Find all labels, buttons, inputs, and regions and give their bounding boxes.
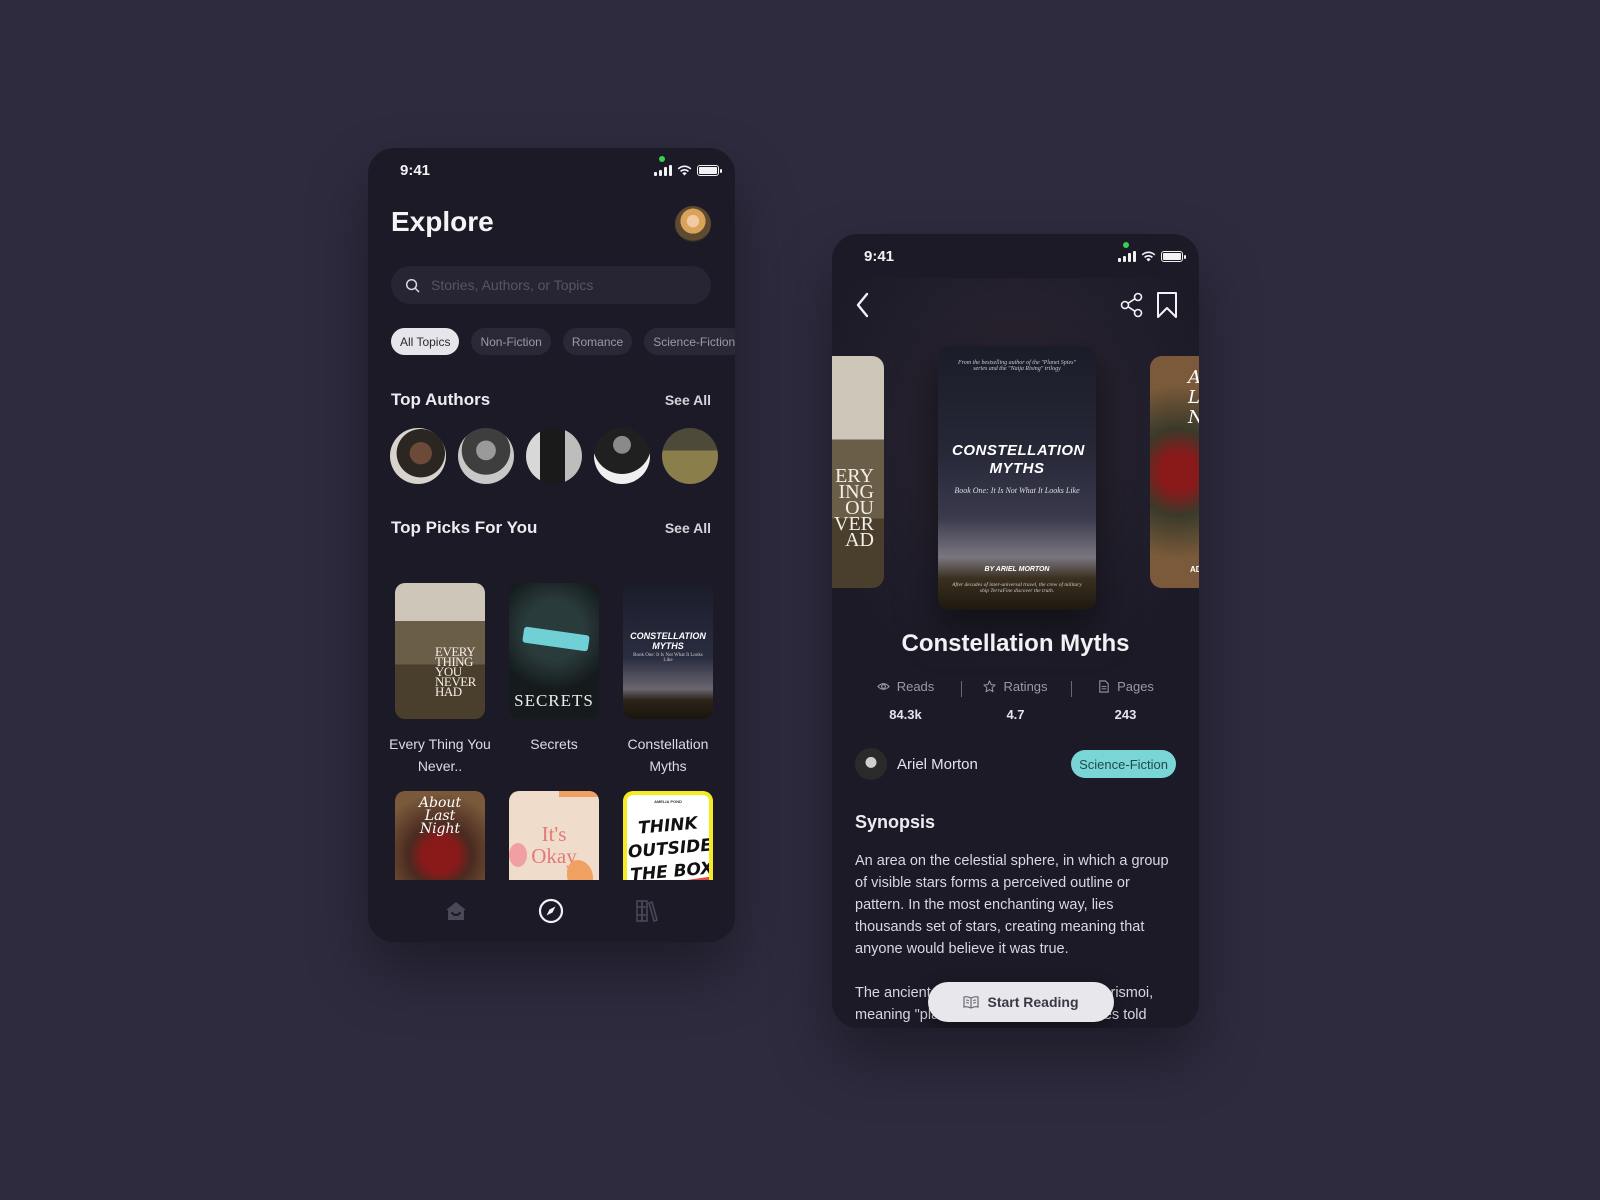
star-icon bbox=[983, 680, 997, 693]
see-all-authors-link[interactable]: See All bbox=[665, 392, 711, 408]
book-card[interactable]: SECRETS Secrets bbox=[509, 583, 599, 777]
status-time: 9:41 bbox=[864, 248, 895, 265]
back-button[interactable] bbox=[852, 290, 876, 320]
search-icon bbox=[405, 278, 420, 292]
home-icon bbox=[445, 902, 466, 920]
top-picks-header: Top Picks For You See All bbox=[391, 518, 711, 538]
signal-icon bbox=[654, 165, 672, 176]
book-stats: Reads 84.3k Ratings 4.7 Pages 243 bbox=[832, 679, 1199, 722]
topic-chip-all-topics[interactable]: All Topics bbox=[391, 328, 460, 355]
privacy-indicator-dot bbox=[1123, 242, 1129, 248]
book-card[interactable]: EVERY THING YOU NEVER HAD Every Thing Yo… bbox=[389, 583, 491, 777]
search-bar[interactable] bbox=[391, 266, 711, 304]
wifi-icon bbox=[677, 165, 692, 176]
battery-icon bbox=[1161, 251, 1186, 262]
book-card[interactable]: CONSTELLATION MYTHS Book One: It Is Not … bbox=[623, 583, 713, 777]
chevron-left-icon bbox=[856, 292, 869, 318]
book-cover: SECRETS bbox=[509, 583, 599, 719]
nav-explore[interactable] bbox=[536, 896, 566, 926]
share-button[interactable] bbox=[1119, 291, 1145, 319]
nav-home[interactable] bbox=[441, 896, 471, 926]
author-avatar[interactable] bbox=[526, 428, 582, 484]
synopsis-heading: Synopsis bbox=[855, 812, 936, 832]
bottom-nav bbox=[368, 880, 735, 942]
author-link[interactable]: Ariel Morton bbox=[855, 748, 978, 780]
share-icon bbox=[1120, 292, 1143, 318]
stat-ratings: Ratings 4.7 bbox=[960, 679, 1071, 722]
explore-screen: 9:41 Explore All Topics Non-Fiction Roma… bbox=[368, 148, 735, 942]
status-time: 9:41 bbox=[400, 162, 431, 179]
book-title: Every Thing You Never.. bbox=[389, 736, 491, 774]
profile-avatar[interactable] bbox=[675, 206, 711, 242]
stat-value: 84.3k bbox=[889, 707, 922, 722]
search-input[interactable] bbox=[431, 277, 691, 293]
status-bar: 9:41 bbox=[368, 148, 735, 192]
topic-filters: All Topics Non-Fiction Romance Science-F… bbox=[391, 328, 735, 355]
signal-icon bbox=[1118, 251, 1136, 262]
section-title: Top Picks For You bbox=[391, 518, 538, 537]
nav-library[interactable] bbox=[632, 896, 662, 926]
book-title: Constellation Myths bbox=[627, 736, 709, 774]
stat-value: 243 bbox=[1114, 707, 1137, 722]
stat-reads: Reads 84.3k bbox=[851, 679, 961, 722]
author-avatar[interactable] bbox=[458, 428, 514, 484]
books-icon bbox=[636, 900, 659, 923]
topic-chip-science-fiction[interactable]: Science-Fiction bbox=[644, 328, 735, 355]
eye-icon bbox=[876, 683, 890, 690]
stat-label: Pages bbox=[1117, 679, 1154, 694]
bookmark-button[interactable] bbox=[1155, 291, 1179, 319]
carousel-cover-current[interactable]: From the bestselling author of the "Plan… bbox=[938, 346, 1096, 610]
synopsis-paragraph: An area on the celestial sphere, in whic… bbox=[855, 853, 1169, 957]
genre-badge[interactable]: Science-Fiction bbox=[1071, 750, 1176, 778]
book-title: Secrets bbox=[530, 736, 578, 752]
top-picks-grid: EVERY THING YOU NEVER HAD Every Thing Yo… bbox=[389, 583, 713, 777]
author-avatar bbox=[855, 748, 887, 780]
privacy-indicator-dot bbox=[659, 156, 665, 162]
stat-value: 4.7 bbox=[1006, 707, 1025, 722]
carousel-cover-previous[interactable]: ERY ING OU VER AD bbox=[832, 356, 884, 588]
carousel-cover-next[interactable]: A L N AD bbox=[1150, 356, 1199, 588]
see-all-picks-link[interactable]: See All bbox=[665, 520, 711, 536]
start-reading-label: Start Reading bbox=[987, 994, 1079, 1010]
author-avatar[interactable] bbox=[390, 428, 446, 484]
topic-chip-non-fiction[interactable]: Non-Fiction bbox=[471, 328, 551, 355]
stat-pages: Pages 243 bbox=[1070, 679, 1181, 722]
author-name: Ariel Morton bbox=[897, 755, 978, 773]
section-title: Top Authors bbox=[391, 390, 491, 409]
top-authors-header: Top Authors See All bbox=[391, 390, 711, 410]
book-cover: EVERY THING YOU NEVER HAD bbox=[395, 583, 485, 719]
book-cover: CONSTELLATION MYTHS Book One: It Is Not … bbox=[623, 583, 713, 719]
stat-label: Ratings bbox=[1003, 679, 1048, 694]
author-row: Ariel Morton Science-Fiction bbox=[855, 748, 1176, 780]
status-bar: 9:41 bbox=[832, 234, 1199, 278]
book-detail-screen: 9:41 ERY ING OU VER AD From the bestsell… bbox=[832, 234, 1199, 1028]
compass-icon bbox=[539, 898, 564, 924]
page-title: Explore bbox=[391, 206, 494, 237]
author-avatar[interactable] bbox=[662, 428, 718, 484]
topic-chip-romance[interactable]: Romance bbox=[562, 328, 633, 355]
battery-icon bbox=[697, 165, 722, 176]
author-avatar[interactable] bbox=[594, 428, 650, 484]
book-title: Constellation Myths bbox=[901, 630, 1130, 657]
open-book-icon bbox=[963, 996, 980, 1009]
stat-label: Reads bbox=[896, 679, 935, 694]
top-authors-list bbox=[390, 428, 718, 484]
bookmark-icon bbox=[1157, 292, 1177, 318]
start-reading-button[interactable]: Start Reading bbox=[928, 982, 1114, 1022]
wifi-icon bbox=[1141, 251, 1156, 262]
document-icon bbox=[1099, 680, 1109, 693]
